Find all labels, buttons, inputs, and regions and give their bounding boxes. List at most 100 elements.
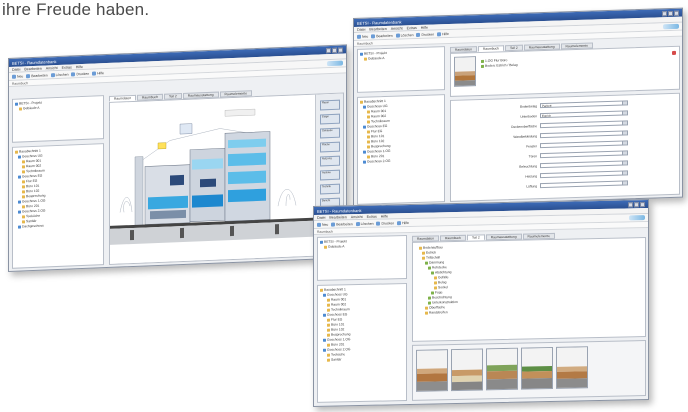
menu-help[interactable]: Hilfe — [381, 214, 388, 218]
menu-edit[interactable]: Bearbeiten — [369, 26, 386, 31]
form-row: Türen — [481, 150, 628, 160]
toolbar-print-button[interactable]: Drucken — [376, 220, 395, 226]
close-icon[interactable] — [640, 201, 645, 207]
layer-thumbnail[interactable] — [556, 346, 588, 389]
close-red-icon[interactable] — [672, 50, 676, 55]
help-icon — [397, 220, 402, 225]
form-row: Lüftung — [481, 180, 628, 190]
toolbar-print-label: Drucken — [381, 220, 395, 226]
folder-icon — [434, 276, 437, 280]
form-select[interactable] — [540, 130, 628, 139]
toolbar-help-button[interactable]: Hilfe — [92, 71, 104, 76]
form-select[interactable] — [540, 170, 628, 179]
tree-item-label: Gebäude A — [368, 56, 385, 61]
layer-thumbnail[interactable] — [454, 56, 476, 87]
room-icon — [22, 170, 25, 174]
layer-thumbnail[interactable] — [486, 347, 518, 391]
folder-icon — [320, 288, 323, 292]
print-icon — [376, 221, 381, 226]
toolbar-print-label: Drucken — [421, 31, 435, 37]
side-button-gebaeude[interactable]: Gebäude — [320, 127, 340, 139]
building-view[interactable]: Raum Etage Gebäude Fläche Nutzung Ausbau… — [109, 92, 344, 265]
toolbar-help-label: Hilfe — [442, 31, 449, 36]
side-button-etage[interactable]: Etage — [320, 113, 340, 125]
toolbar-delete-label: Löschen — [55, 72, 69, 77]
menu-edit[interactable]: Bearbeiten — [24, 66, 41, 71]
toolbar-edit-button[interactable]: Bearbeiten — [331, 222, 353, 227]
toolbar-new-button[interactable]: Neu — [317, 222, 328, 227]
form-select[interactable]: Estrich — [540, 110, 628, 119]
toolbar-delete-button[interactable]: Löschen — [395, 33, 413, 38]
detail-header-panel: 1.OG Flur Büro Boden: Estrich / Belag — [450, 45, 680, 97]
room-icon — [327, 303, 330, 307]
delete-icon — [50, 72, 55, 77]
tree-item[interactable]: Gebäude A — [320, 243, 404, 250]
room-icon — [22, 190, 25, 194]
side-button-flaeche[interactable]: Fläche — [320, 141, 340, 153]
toolbar-edit-button[interactable]: Bearbeiten — [26, 72, 48, 78]
layer-thumbnail[interactable] — [451, 348, 483, 392]
close-icon[interactable] — [338, 47, 343, 53]
form-select[interactable] — [540, 180, 628, 189]
maximize-icon[interactable] — [668, 10, 673, 16]
maximize-icon[interactable] — [332, 47, 337, 53]
menu-tools[interactable]: Extras — [367, 214, 377, 218]
floor-icon — [18, 210, 21, 214]
form-select[interactable] — [540, 160, 628, 169]
folder-icon — [425, 306, 428, 310]
address-text: Raumbuch — [317, 229, 333, 234]
brand-logo — [327, 60, 343, 67]
toolbar-new-button[interactable]: Neu — [12, 73, 24, 79]
side-button-technik[interactable]: Technik — [320, 183, 340, 195]
room-icon — [367, 140, 370, 144]
toolbar-help-button[interactable]: Hilfe — [397, 220, 409, 225]
form-select[interactable] — [540, 140, 628, 149]
window-title: BETSI - Raumdatenbank — [357, 18, 402, 26]
room-icon — [367, 145, 370, 149]
form-label: Deckenoberfläche — [511, 123, 537, 129]
toolbar-print-button[interactable]: Drucken — [71, 71, 89, 76]
menu-help[interactable]: Hilfe — [421, 25, 428, 29]
new-icon — [357, 34, 361, 39]
menu-view[interactable]: Ansicht — [391, 26, 403, 30]
layer-thumbnail[interactable] — [416, 349, 448, 392]
toolbar-edit-button[interactable]: Bearbeiten — [371, 33, 393, 38]
toolbar-print-button[interactable]: Drucken — [416, 32, 434, 37]
minimize-icon[interactable] — [628, 201, 633, 207]
close-icon[interactable] — [674, 10, 679, 16]
room-icon — [327, 323, 330, 327]
toolbar-delete-button[interactable]: Löschen — [50, 72, 69, 77]
menu-file[interactable]: Datei — [317, 215, 325, 219]
layer-icon — [428, 266, 431, 270]
form-select[interactable] — [540, 150, 628, 159]
toolbar-help-button[interactable]: Hilfe — [437, 31, 449, 36]
folder-icon — [19, 107, 22, 111]
room-icon — [327, 328, 330, 332]
menu-file[interactable]: Datei — [12, 67, 20, 71]
side-button-nutzung[interactable]: Nutzung — [320, 155, 340, 167]
form-select[interactable]: Parkett — [540, 100, 628, 109]
form-select[interactable] — [540, 120, 628, 129]
menu-help[interactable]: Hilfe — [76, 64, 83, 68]
menu-edit[interactable]: Bearbeiten — [329, 215, 346, 219]
menu-tools[interactable]: Extras — [62, 65, 72, 69]
toolbar-edit-label: Bearbeiten — [31, 72, 48, 78]
menu-view[interactable]: Ansicht — [46, 66, 58, 70]
menu-view[interactable]: Ansicht — [351, 214, 363, 218]
menu-file[interactable]: Datei — [357, 27, 365, 31]
toolbar-new-button[interactable]: Neu — [357, 34, 368, 39]
minimize-icon[interactable] — [662, 10, 667, 16]
maximize-icon[interactable] — [634, 201, 639, 207]
form-label: Lüftung — [526, 183, 537, 189]
room-icon — [22, 215, 25, 219]
layer-thumbnail[interactable] — [521, 346, 553, 390]
tree-item[interactable]: Sanitär — [320, 356, 404, 363]
side-button-raum[interactable]: Raum — [320, 99, 340, 111]
header-line-text: Boden: Estrich / Belag — [485, 62, 518, 68]
menu-tools[interactable]: Extras — [407, 25, 417, 29]
room-icon — [327, 353, 330, 357]
toolbar-new-label: Neu — [17, 73, 24, 79]
minimize-icon[interactable] — [326, 47, 331, 53]
toolbar-delete-button[interactable]: Löschen — [355, 221, 373, 226]
side-button-ausbau[interactable]: Ausbau — [320, 169, 340, 181]
